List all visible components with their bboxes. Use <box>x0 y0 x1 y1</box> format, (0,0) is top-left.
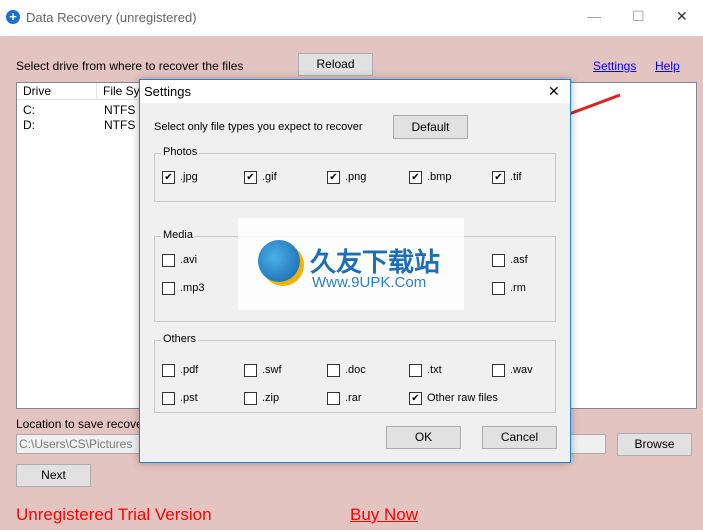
window-title: Data Recovery (unregistered) <box>26 10 197 25</box>
checkbox-box[interactable]: ✔ <box>244 171 257 184</box>
photos-group: Photos ✔ .jpg ✔ .gif ✔ .png ✔ .bmp ✔ .tif <box>154 146 556 202</box>
browse-button[interactable]: Browse <box>617 433 692 456</box>
checkbox-label: .wav <box>510 364 533 376</box>
checkbox-box[interactable]: ✔ <box>409 171 422 184</box>
watermark: 久友下载站 Www.9UPK.Com <box>238 218 464 310</box>
checkbox-label: .jpg <box>180 171 198 183</box>
others-group: Others .pdf .swf .doc .txt .wav .pst .zip .rar ✔ O… <box>154 333 556 413</box>
minimize-button[interactable]: — <box>587 8 601 24</box>
drive-cell[interactable]: C: <box>23 103 35 117</box>
group-label: Media <box>161 229 195 241</box>
checkbox-label: .zip <box>262 392 280 404</box>
cancel-button[interactable]: Cancel <box>482 426 557 449</box>
checkbox-box[interactable] <box>162 282 175 295</box>
ok-button[interactable]: OK <box>386 426 461 449</box>
checkbox-box[interactable] <box>162 254 175 267</box>
next-button[interactable]: Next <box>16 464 91 487</box>
checkbox-label: Other raw files <box>427 392 498 404</box>
checkbox-label: .mp3 <box>180 282 205 294</box>
checkbox-label: .avi <box>180 254 198 266</box>
checkbox-box[interactable]: ✔ <box>327 171 340 184</box>
dialog-title: Settings <box>144 84 191 99</box>
checkbox-label: .png <box>345 171 367 183</box>
checkbox-label: .gif <box>262 171 277 183</box>
default-button[interactable]: Default <box>393 115 468 139</box>
hint-label: Select only file types you expect to rec… <box>154 121 363 133</box>
checkbox-box[interactable] <box>492 254 505 267</box>
title-bar: + Data Recovery (unregistered) — ☐ ✕ <box>0 0 703 36</box>
checkbox-box[interactable] <box>327 364 340 377</box>
checkbox-label: .pst <box>180 392 198 404</box>
checkbox-box[interactable]: ✔ <box>409 392 422 405</box>
checkbox-label: .rar <box>345 392 362 404</box>
checkbox-label: .tif <box>510 171 522 183</box>
dialog-title-bar: Settings ✕ <box>140 80 570 103</box>
checkbox-box[interactable] <box>492 364 505 377</box>
help-link[interactable]: Help <box>655 59 680 73</box>
watermark-url: Www.9UPK.Com <box>312 274 427 291</box>
checkbox-label: .bmp <box>427 171 452 183</box>
watermark-logo-icon <box>258 240 300 282</box>
dialog-close-button[interactable]: ✕ <box>548 83 560 100</box>
checkbox-label: .rm <box>510 282 526 294</box>
checkbox-box[interactable] <box>492 282 505 295</box>
close-button[interactable]: ✕ <box>676 8 688 25</box>
buy-now-link[interactable]: Buy Now <box>350 505 418 525</box>
checkbox-label: .doc <box>345 364 366 376</box>
checkbox-box[interactable] <box>244 364 257 377</box>
drive-cell[interactable]: D: <box>23 118 35 132</box>
checkbox-box[interactable]: ✔ <box>492 171 505 184</box>
app-icon: + <box>6 10 20 24</box>
fs-cell[interactable]: NTFS <box>104 118 135 132</box>
checkbox-box[interactable] <box>162 364 175 377</box>
select-drive-label: Select drive from where to recover the f… <box>16 59 244 73</box>
checkbox-label: .pdf <box>180 364 199 376</box>
reload-button[interactable]: Reload <box>298 53 373 76</box>
checkbox-label: .txt <box>427 364 442 376</box>
maximize-button[interactable]: ☐ <box>632 8 645 25</box>
checkbox-box[interactable] <box>162 392 175 405</box>
column-header-drive[interactable]: Drive <box>17 83 97 100</box>
checkbox-box[interactable] <box>244 392 257 405</box>
group-label: Others <box>161 333 199 345</box>
trial-label: Unregistered Trial Version <box>16 505 212 524</box>
checkbox-label: .asf <box>510 254 528 266</box>
checkbox-box[interactable]: ✔ <box>162 171 175 184</box>
fs-cell[interactable]: NTFS <box>104 103 135 117</box>
checkbox-box[interactable] <box>327 392 340 405</box>
settings-link[interactable]: Settings <box>593 59 636 73</box>
checkbox-label: .swf <box>262 364 282 376</box>
location-label: Location to save recove <box>16 417 143 431</box>
group-label: Photos <box>161 146 200 158</box>
checkbox-box[interactable] <box>409 364 422 377</box>
